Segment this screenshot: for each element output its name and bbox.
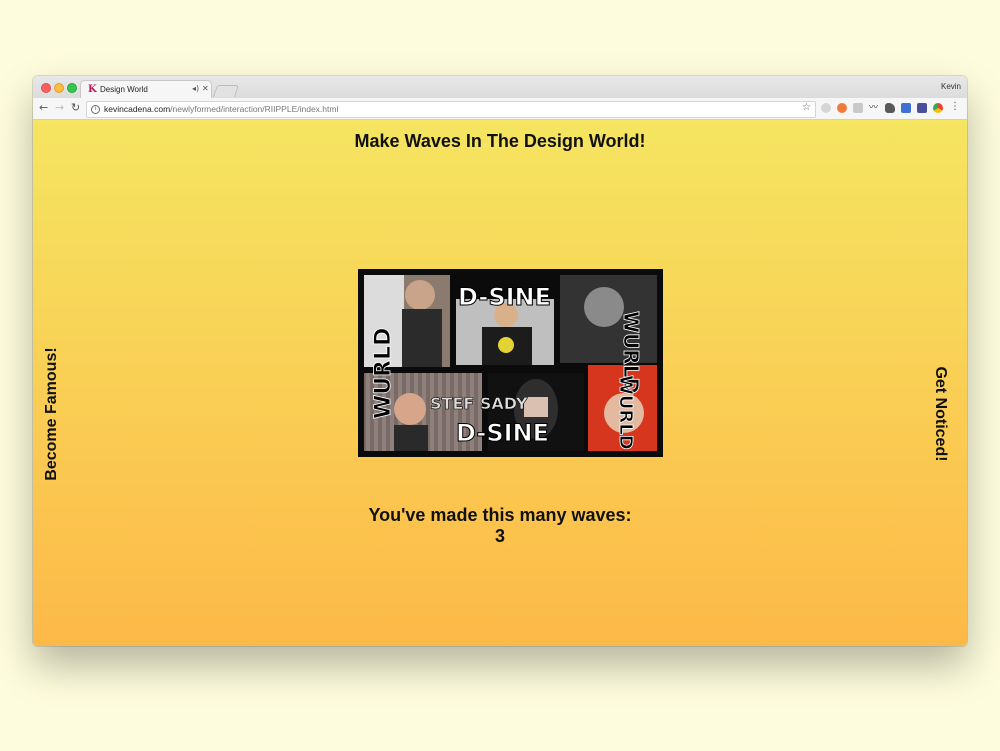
collage-text-dsine-bottom: D-SINE xyxy=(456,419,549,447)
collage-text-wurld-left: WURLD xyxy=(371,328,396,419)
url-path: /newlyformed/interaction/RIIPPLE/index.h… xyxy=(170,104,339,114)
tab-close-icon[interactable]: ✕ xyxy=(202,84,209,93)
zoom-window-button[interactable] xyxy=(67,83,77,93)
mustache-icon[interactable]: 〰 xyxy=(869,103,879,113)
browser-toolbar: ← → ↻ i kevincadena.com/newlyformed/inte… xyxy=(33,98,967,120)
collage-graphic: D-SINE WURLD WURLD WURLD STEF SADY D-SIN… xyxy=(358,269,663,457)
collage-text-wurld-red: WURLD xyxy=(615,375,636,450)
minimize-window-button[interactable] xyxy=(54,83,64,93)
browser-window: K Design World ◂) ✕ Kevin ← → ↻ i kevinc… xyxy=(33,76,967,646)
close-window-button[interactable] xyxy=(41,83,51,93)
title-bar: K Design World ◂) ✕ Kevin xyxy=(33,76,967,99)
profile-name[interactable]: Kevin xyxy=(941,82,961,91)
page-heading: Make Waves In The Design World! xyxy=(354,131,646,151)
evernote-icon[interactable] xyxy=(885,103,895,113)
side-link-become-famous[interactable]: Become Famous! xyxy=(43,314,61,514)
stack-icon[interactable] xyxy=(917,103,927,113)
address-bar[interactable]: i kevincadena.com/newlyformed/interactio… xyxy=(86,101,816,118)
info-icon[interactable]: i xyxy=(91,105,100,114)
speaker-icon[interactable]: ◂) xyxy=(192,84,199,93)
url-host: kevincadena.com xyxy=(104,104,171,114)
collage-text-stef-sady: STEF SADY xyxy=(430,394,528,413)
chrome-icon[interactable] xyxy=(933,103,943,113)
page-content: Make Waves In The Design World! Become F… xyxy=(33,120,967,646)
new-tab-button[interactable] xyxy=(213,85,239,97)
tab-favicon-icon: K xyxy=(88,84,97,95)
menu-dots-icon[interactable]: ⋮ xyxy=(950,101,960,112)
reload-icon[interactable]: ↻ xyxy=(71,102,80,114)
bookmark-star-icon[interactable]: ☆ xyxy=(802,102,811,113)
grey-box-icon[interactable] xyxy=(853,103,863,113)
side-link-get-noticed[interactable]: Get Noticed! xyxy=(931,314,949,514)
collage-text-dsine-top: D-SINE xyxy=(458,283,551,311)
orange-badge-icon[interactable] xyxy=(837,103,847,113)
wave-counter-label: You've made this many waves: xyxy=(368,505,632,525)
tab-title: Design World xyxy=(100,85,148,94)
collage-image[interactable]: D-SINE WURLD WURLD WURLD STEF SADY D-SIN… xyxy=(358,269,663,457)
tab-design-world[interactable]: K Design World ◂) ✕ xyxy=(80,80,212,99)
url-text[interactable]: kevincadena.com/newlyformed/interaction/… xyxy=(104,104,338,114)
wave-counter-value: 3 xyxy=(494,526,505,546)
info-square-icon[interactable] xyxy=(901,103,911,113)
forward-arrow-icon[interactable]: → xyxy=(55,102,64,114)
back-arrow-icon[interactable]: ← xyxy=(39,102,48,114)
cloud-icon[interactable] xyxy=(821,103,831,113)
